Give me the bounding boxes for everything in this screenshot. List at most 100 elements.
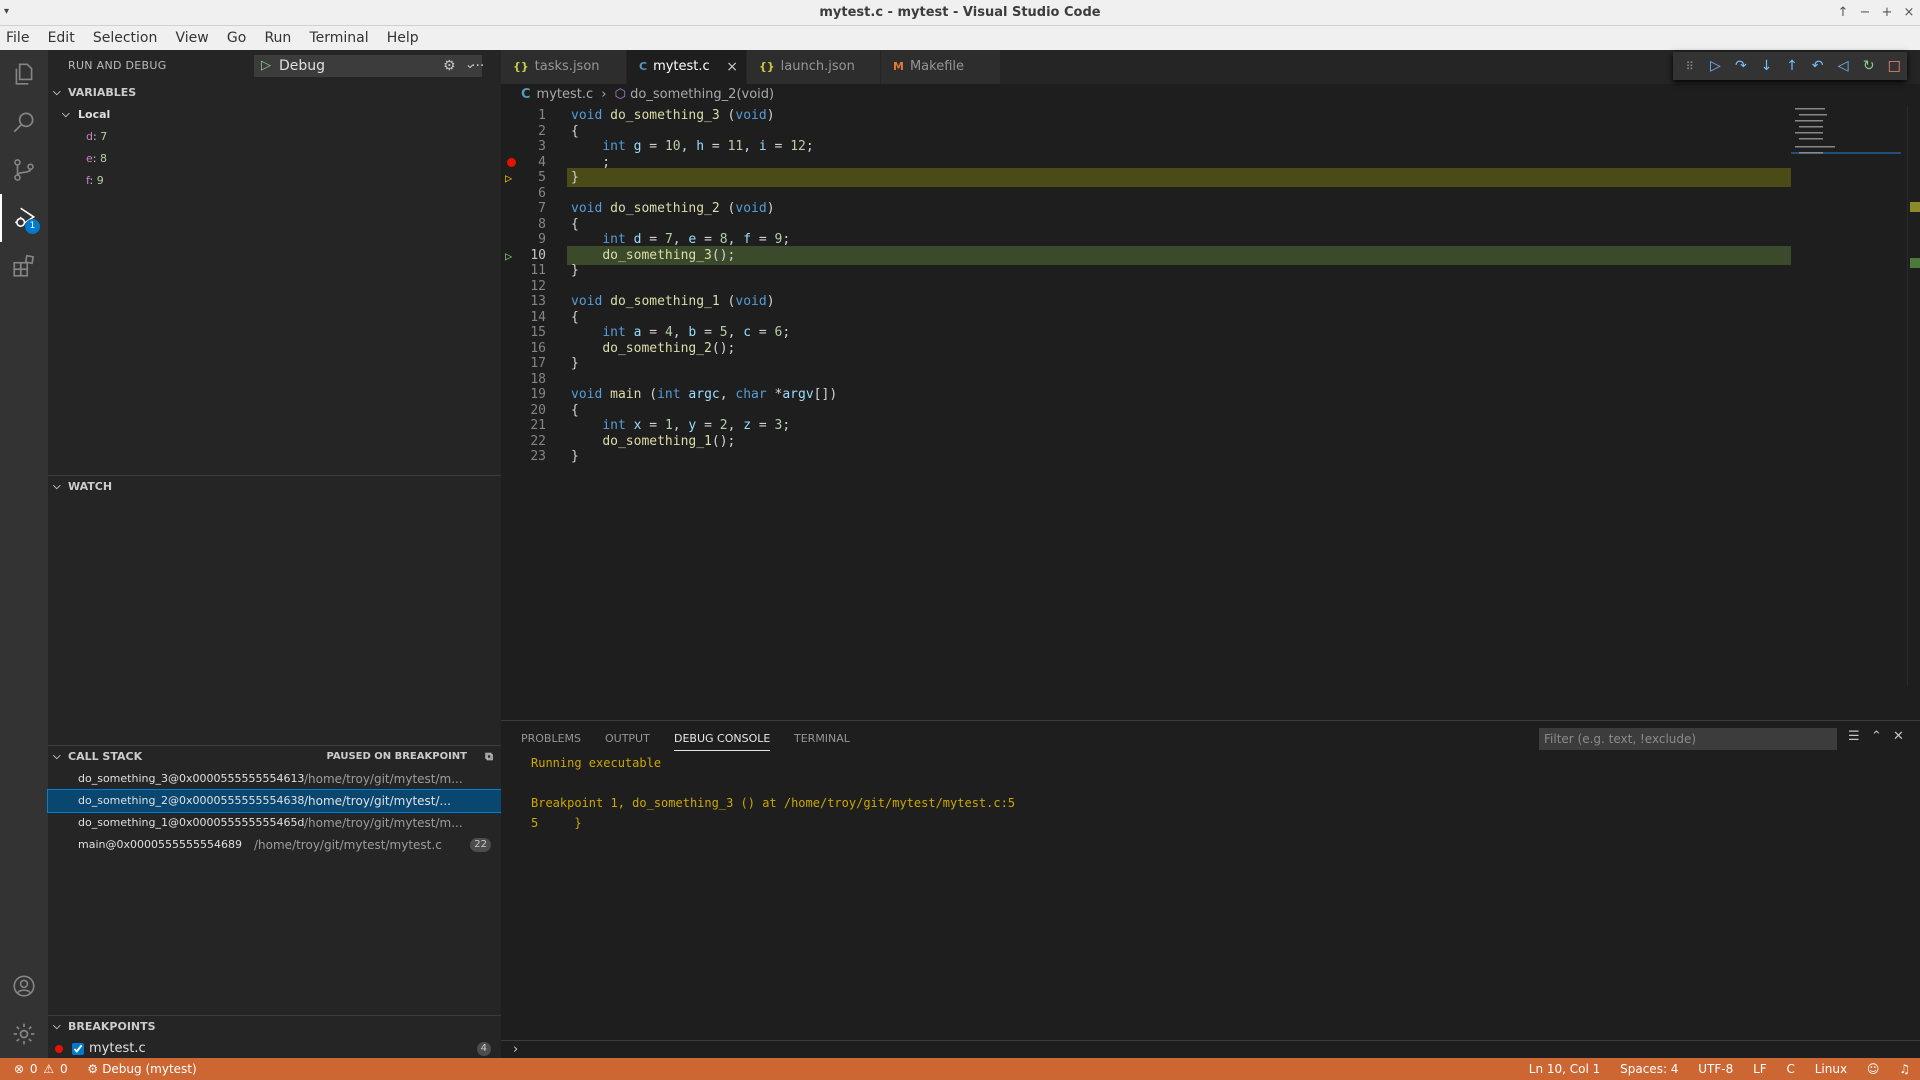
frame-function: do_something_3@0x0000555555554613 [78,772,305,785]
debug-icon: ⚙ [87,1062,99,1076]
activity-bar: 1 [0,50,48,1058]
source-control-icon[interactable] [0,146,48,194]
minimap[interactable] [1791,106,1901,206]
menu-run[interactable]: Run [257,26,298,50]
call-stack-frame-selected[interactable]: do_something_2@0x0000555555554638 /home/… [47,789,502,813]
call-stack-frame[interactable]: main@0x0000555555554689 /home/troy/git/m… [48,834,501,856]
breakpoint-enable-checkbox[interactable] [72,1043,84,1055]
variable-value: 9 [96,174,104,187]
close-panel-icon[interactable]: ✕ [1893,729,1904,744]
menu-edit[interactable]: Edit [41,26,82,50]
frame-function: do_something_1@0x000055555555465d [78,816,305,829]
variables-section-header[interactable]: ⌵ VARIABLES [48,82,501,104]
close-tab-icon[interactable]: × [726,50,738,84]
breakpoints-section-header[interactable]: ⌵ BREAKPOINTS [48,1016,501,1038]
encoding[interactable]: UTF-8 [1698,1062,1733,1076]
json-file-icon: {} [759,60,775,73]
frame-path: /home/troy/git/mytest/... [304,794,451,808]
problems-status[interactable]: ⊗ 0 ⚠ 0 [14,1062,73,1076]
variable-row[interactable]: e: 8 [48,148,501,170]
error-icon: ⊗ [14,1062,25,1076]
extensions-icon[interactable] [0,242,48,290]
console-filter-input[interactable] [1539,728,1837,750]
bottom-panel: PROBLEMS OUTPUT DEBUG CONSOLE TERMINAL ☰… [501,720,1920,1058]
end-of-line[interactable]: LF [1753,1062,1767,1076]
language-mode[interactable]: C [1787,1062,1795,1076]
close-window-button[interactable]: × [1898,0,1920,26]
tab-launch-json[interactable]: {} launch.json [747,50,881,84]
step-over-icon[interactable]: ↷ [1728,53,1754,79]
error-count: 0 [29,1062,38,1076]
tab-debug-console[interactable]: DEBUG CONSOLE [674,721,771,757]
minimize-button[interactable]: − [1854,0,1876,26]
continue-icon[interactable]: ▷ [1703,53,1729,79]
step-out-icon[interactable]: ↑ [1779,53,1805,79]
accounts-icon[interactable] [0,962,48,1010]
watch-section-header[interactable]: ⌵ WATCH [48,476,501,498]
stop-icon[interactable]: □ [1882,53,1908,79]
variable-row[interactable]: d: 7 [48,126,501,148]
menu-help[interactable]: Help [380,26,426,50]
menu-view[interactable]: View [169,26,216,50]
call-stack-frame[interactable]: do_something_1@0x000055555555465d /home/… [48,812,501,834]
clear-console-icon[interactable]: ☰ [1848,729,1860,744]
maximize-button[interactable]: + [1876,0,1898,26]
reverse-continue-icon[interactable]: ◁ [1830,53,1856,79]
notifications-bell-icon[interactable]: ♫ [1899,1062,1910,1076]
keep-above-icon[interactable]: ↑ [1832,0,1854,26]
search-icon[interactable] [0,98,48,146]
tab-makefile[interactable]: M Makefile [881,50,1001,84]
call-stack-section-header[interactable]: ⌵ CALL STACK PAUSED ON BREAKPOINT ⧉ [48,746,501,768]
frame-function: do_something_2@0x0000555555554638 [78,794,305,807]
tab-mytest-c[interactable]: Cmytest.c × [627,50,747,84]
window-title: mytest.c - mytest - Visual Studio Code [819,5,1101,20]
breadcrumb-file[interactable]: mytest.c [537,87,594,102]
explorer-icon[interactable] [0,50,48,98]
variable-row[interactable]: f: 9 [48,170,501,192]
debug-session-status[interactable]: ⚙ Debug (mytest) [87,1062,196,1076]
frame-function: main@0x0000555555554689 [78,838,242,851]
cursor-position[interactable]: Ln 10, Col 1 [1529,1062,1601,1076]
menu-file[interactable]: File [0,26,36,50]
editor-scrollbar[interactable] [1907,106,1920,686]
tab-label: Makefile [909,59,964,74]
indentation[interactable]: Spaces: 4 [1620,1062,1678,1076]
chevron-down-icon: ⌵ [62,109,70,120]
console-line: Breakpoint 1, do_something_3 () at /home… [531,796,1016,810]
more-actions-icon[interactable]: ··· [471,58,484,74]
breakpoint-item[interactable]: mytest.c 4 [48,1038,501,1060]
tab-terminal[interactable]: TERMINAL [794,721,850,757]
code-line[interactable]: 23} [501,447,1791,466]
open-launch-json-gear-icon[interactable]: ⚙ [443,58,456,74]
menu-go[interactable]: Go [220,26,253,50]
scope-local[interactable]: ⌵ Local [48,104,501,126]
variable-name: d [86,130,93,143]
step-into-icon[interactable]: ↓ [1754,53,1780,79]
feedback-icon[interactable]: ☺ [1867,1062,1880,1076]
chevron-right-icon: › [601,87,607,102]
run-and-debug-icon[interactable]: 1 [0,194,48,242]
status-bar: ⊗ 0 ⚠ 0 ⚙ Debug (mytest) Ln 10, Col 1 Spa… [0,1058,1920,1080]
manage-gear-icon[interactable] [0,1010,48,1058]
debug-toolbar: ⠿ ▷ ↷ ↓ ↑ ↶ ◁ ↻ □ [1673,52,1907,80]
debug-console-input[interactable]: › [501,1040,1920,1059]
maximize-panel-icon[interactable]: ⌃ [1871,729,1882,744]
menu-terminal[interactable]: Terminal [302,26,375,50]
drag-handle-icon[interactable]: ⠿ [1677,53,1703,79]
scope-label: Local [78,108,111,121]
breadcrumb-symbol[interactable]: do_something_2(void) [630,87,774,102]
start-debugging-icon[interactable]: ▷ [261,58,271,73]
step-back-icon[interactable]: ↶ [1805,53,1831,79]
restart-icon[interactable]: ↻ [1856,53,1882,79]
menu-selection[interactable]: Selection [86,26,165,50]
frame-path: /home/troy/git/mytest/mytest.c [254,838,442,852]
warning-icon: ⚠ [43,1062,55,1076]
tab-tasks-json[interactable]: {} tasks.json [501,50,627,84]
call-stack-frame[interactable]: do_something_3@0x0000555555554613 /home/… [48,768,501,790]
tab-output[interactable]: OUTPUT [605,721,650,757]
collapse-all-icon[interactable]: ⧉ [485,746,493,768]
tab-problems[interactable]: PROBLEMS [521,721,581,757]
platform[interactable]: Linux [1815,1062,1847,1076]
code-editor[interactable]: 1 void do_something_3 (void) 2{3 int g = 1… [501,106,1920,686]
frame-line-badge: 22 [470,838,491,852]
